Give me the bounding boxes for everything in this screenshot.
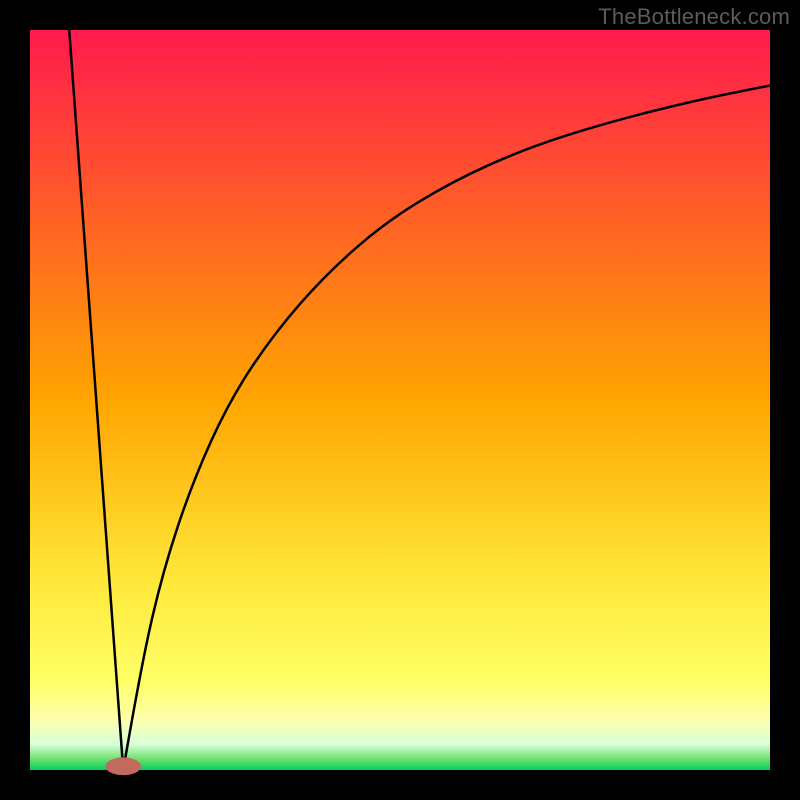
minimum-marker [105,757,141,775]
watermark-text: TheBottleneck.com [598,4,790,30]
chart-frame: TheBottleneck.com [0,0,800,800]
plot-background [30,30,770,770]
bottleneck-chart [0,0,800,800]
